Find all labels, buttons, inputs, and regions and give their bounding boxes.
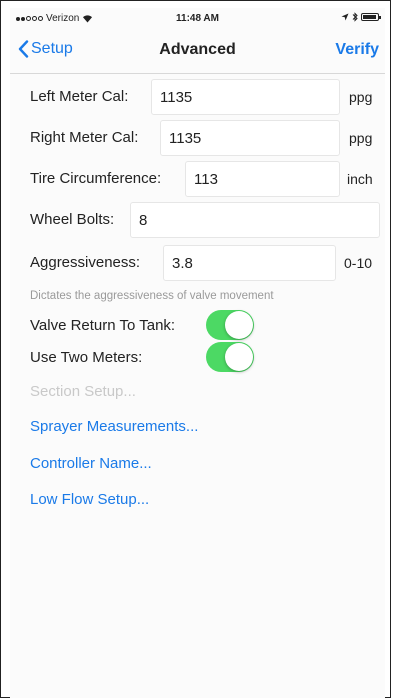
wheel-bolts-row: Wheel Bolts: 8: [10, 200, 385, 240]
aggressiveness-label: Aggressiveness:: [30, 254, 141, 271]
aggressiveness-row: Aggressiveness: 3.8 0-10: [10, 243, 385, 283]
right-meter-cal-input[interactable]: 1135: [160, 120, 340, 156]
screen: Verizon 11:48 AM Setup Advanced Verify L…: [10, 8, 385, 698]
aggressiveness-input[interactable]: 3.8: [163, 245, 336, 281]
right-meter-cal-label: Right Meter Cal:: [30, 129, 139, 146]
page-title: Advanced: [159, 41, 236, 58]
tire-circumference-row: Tire Circumference: 113 inch: [10, 159, 385, 199]
left-meter-cal-label: Left Meter Cal:: [30, 88, 129, 105]
valve-return-row: Valve Return To Tank:: [10, 310, 385, 342]
verify-button[interactable]: Verify: [335, 41, 379, 59]
aggressiveness-hint: Dictates the aggressiveness of valve mov…: [30, 290, 274, 302]
toggle-knob: [225, 343, 253, 371]
status-time: 11:48 AM: [176, 13, 219, 24]
valve-return-label: Valve Return To Tank:: [30, 317, 176, 334]
tire-circumference-unit: inch: [347, 171, 373, 187]
wheel-bolts-label: Wheel Bolts:: [30, 211, 115, 228]
two-meters-label: Use Two Meters:: [30, 349, 143, 366]
navigation-bar: Setup Advanced Verify: [10, 28, 385, 74]
valve-return-toggle[interactable]: [206, 310, 254, 340]
wheel-bolts-input[interactable]: 8: [130, 202, 380, 238]
controller-name-link[interactable]: Controller Name...: [30, 455, 152, 472]
aggressiveness-unit: 0-10: [344, 255, 373, 271]
battery-icon: [361, 13, 381, 21]
toggle-knob: [225, 311, 253, 339]
bluetooth-icon: [352, 12, 358, 22]
sprayer-measurements-link[interactable]: Sprayer Measurements...: [30, 418, 198, 435]
left-meter-cal-unit: ppg: [349, 89, 373, 105]
tire-circumference-input[interactable]: 113: [185, 161, 340, 197]
right-meter-cal-unit: ppg: [349, 130, 373, 146]
tire-circumference-label: Tire Circumference:: [30, 170, 162, 187]
location-icon: [341, 13, 349, 21]
low-flow-setup-link[interactable]: Low Flow Setup...: [30, 491, 149, 508]
status-right: [341, 12, 381, 22]
two-meters-toggle[interactable]: [206, 342, 254, 372]
status-bar: Verizon 11:48 AM: [10, 8, 385, 28]
left-meter-cal-input[interactable]: 1135: [151, 79, 340, 115]
two-meters-row: Use Two Meters:: [10, 342, 385, 374]
section-setup-link: Section Setup...: [30, 383, 136, 400]
left-meter-cal-row: Left Meter Cal: 1135 ppg: [10, 77, 385, 117]
right-meter-cal-row: Right Meter Cal: 1135 ppg: [10, 118, 385, 158]
